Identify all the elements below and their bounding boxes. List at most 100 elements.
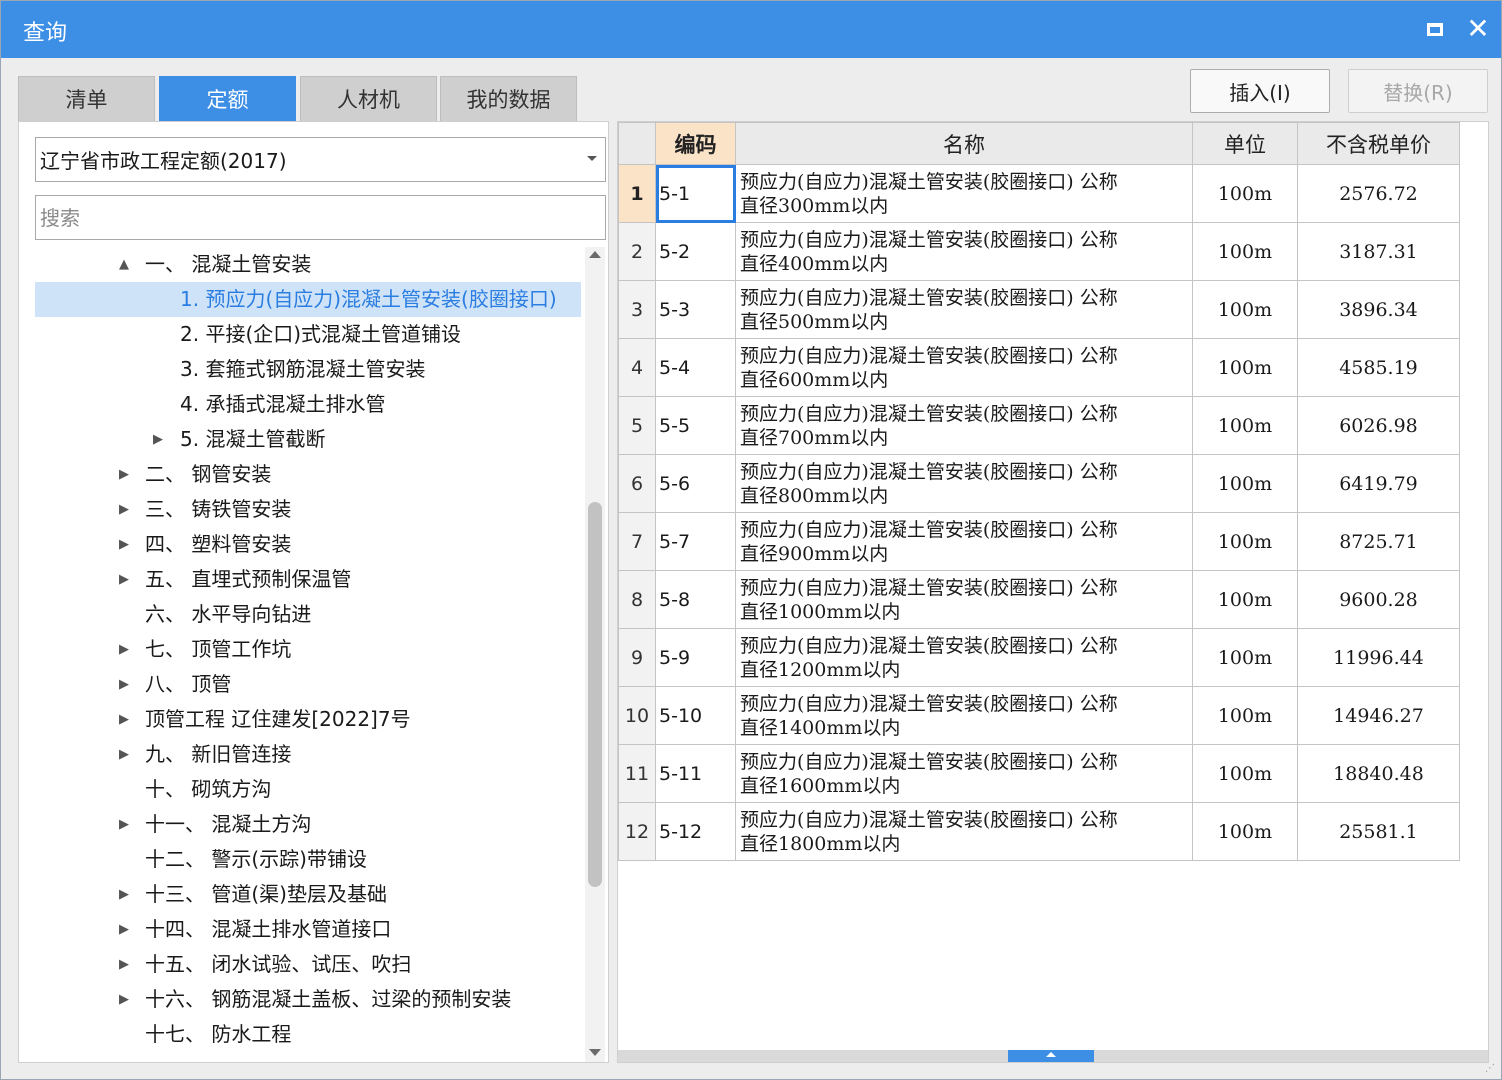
code-cell[interactable]: 5-3	[655, 280, 736, 339]
tree-item[interactable]: ▶ 五、 直埋式预制保温管	[35, 562, 581, 597]
table-row[interactable]: 9 5-9 预应力(自应力)混凝土管安装(胶圈接口) 公称 直径1200mm以内 100…	[618, 628, 1460, 687]
name-cell[interactable]: 预应力(自应力)混凝土管安装(胶圈接口) 公称 直径600mm以内	[735, 338, 1193, 397]
code-cell[interactable]: 5-8	[655, 570, 736, 629]
tab-bill[interactable]: 清单	[18, 76, 155, 121]
tree-item[interactable]: 4. 承插式混凝土排水管	[35, 387, 581, 422]
code-cell[interactable]: 5-1	[655, 164, 736, 223]
name-cell[interactable]: 预应力(自应力)混凝土管安装(胶圈接口) 公称 直径1600mm以内	[735, 744, 1193, 803]
row-number-header[interactable]	[618, 122, 656, 165]
expand-icon[interactable]: ▶	[117, 702, 131, 737]
table-row[interactable]: 5 5-5 预应力(自应力)混凝土管安装(胶圈接口) 公称 直径700mm以内 100m…	[618, 396, 1460, 455]
unit-cell[interactable]: 100m	[1192, 338, 1298, 397]
unit-cell[interactable]: 100m	[1192, 628, 1298, 687]
name-cell[interactable]: 预应力(自应力)混凝土管安装(胶圈接口) 公称 直径1200mm以内	[735, 628, 1193, 687]
name-column-header[interactable]: 名称	[735, 122, 1193, 165]
tree-item[interactable]: 2. 平接(企口)式混凝土管道铺设	[35, 317, 581, 352]
code-cell[interactable]: 5-11	[655, 744, 736, 803]
name-cell[interactable]: 预应力(自应力)混凝土管安装(胶圈接口) 公称 直径300mm以内	[735, 164, 1193, 223]
insert-button[interactable]: 插入(I)	[1190, 69, 1330, 113]
row-number-cell[interactable]: 9	[618, 628, 656, 687]
name-cell[interactable]: 预应力(自应力)混凝土管安装(胶圈接口) 公称 直径800mm以内	[735, 454, 1193, 513]
tree-item[interactable]: ▶ 三、 铸铁管安装	[35, 492, 581, 527]
price-cell[interactable]: 3896.34	[1297, 280, 1460, 339]
code-cell[interactable]: 5-9	[655, 628, 736, 687]
tree-item[interactable]: 十七、 防水工程	[35, 1017, 581, 1052]
close-button[interactable]: ✕	[1462, 13, 1494, 45]
expand-icon[interactable]: ▶	[117, 877, 131, 912]
price-cell[interactable]: 3187.31	[1297, 222, 1460, 281]
tree-item[interactable]: ▶ 5. 混凝土管截断	[35, 422, 581, 457]
table-row[interactable]: 11 5-11 预应力(自应力)混凝土管安装(胶圈接口) 公称 直径1600mm以内 1…	[618, 744, 1460, 803]
tree-item[interactable]: ▶ 七、 顶管工作坑	[35, 632, 581, 667]
tree-item[interactable]: 十、 砌筑方沟	[35, 772, 581, 807]
expand-icon[interactable]: ▶	[117, 562, 131, 597]
tab-labor-material-machine[interactable]: 人材机	[300, 76, 437, 121]
name-cell[interactable]: 预应力(自应力)混凝土管安装(胶圈接口) 公称 直径500mm以内	[735, 280, 1193, 339]
code-cell[interactable]: 5-6	[655, 454, 736, 513]
tab-my-data[interactable]: 我的数据	[440, 76, 577, 121]
search-input[interactable]	[35, 195, 606, 240]
code-cell[interactable]: 5-7	[655, 512, 736, 571]
table-row[interactable]: 12 5-12 预应力(自应力)混凝土管安装(胶圈接口) 公称 直径1800mm以内 1…	[618, 802, 1460, 861]
resize-grip-icon[interactable]: ⋰	[1485, 1063, 1497, 1075]
tree-item[interactable]: 1. 预应力(自应力)混凝土管安装(胶圈接口)	[35, 282, 581, 317]
tree-item[interactable]: ▲ 一、 混凝土管安装	[35, 247, 581, 282]
code-cell[interactable]: 5-12	[655, 802, 736, 861]
tree-item[interactable]: ▶ 二、 钢管安装	[35, 457, 581, 492]
table-row[interactable]: 8 5-8 预应力(自应力)混凝土管安装(胶圈接口) 公称 直径1000mm以内 100…	[618, 570, 1460, 629]
price-cell[interactable]: 18840.48	[1297, 744, 1460, 803]
table-row[interactable]: 4 5-4 预应力(自应力)混凝土管安装(胶圈接口) 公称 直径600mm以内 100m…	[618, 338, 1460, 397]
collapse-icon[interactable]: ▲	[117, 247, 131, 282]
row-number-cell[interactable]: 3	[618, 280, 656, 339]
table-row[interactable]: 2 5-2 预应力(自应力)混凝土管安装(胶圈接口) 公称 直径400mm以内 100m…	[618, 222, 1460, 281]
expand-icon[interactable]: ▶	[117, 807, 131, 842]
price-cell[interactable]: 11996.44	[1297, 628, 1460, 687]
scroll-thumb[interactable]	[588, 502, 602, 887]
row-number-cell[interactable]: 5	[618, 396, 656, 455]
name-cell[interactable]: 预应力(自应力)混凝土管安装(胶圈接口) 公称 直径400mm以内	[735, 222, 1193, 281]
code-cell[interactable]: 5-10	[655, 686, 736, 745]
unit-cell[interactable]: 100m	[1192, 454, 1298, 513]
table-row[interactable]: 3 5-3 预应力(自应力)混凝土管安装(胶圈接口) 公称 直径500mm以内 100m…	[618, 280, 1460, 339]
tree-item[interactable]: ▶ 九、 新旧管连接	[35, 737, 581, 772]
expand-icon[interactable]: ▶	[117, 912, 131, 947]
tree-item[interactable]: ▶ 十一、 混凝土方沟	[35, 807, 581, 842]
name-cell[interactable]: 预应力(自应力)混凝土管安装(胶圈接口) 公称 直径700mm以内	[735, 396, 1193, 455]
tree-item[interactable]: ▶ 八、 顶管	[35, 667, 581, 702]
tree-item[interactable]: ▶ 十六、 钢筋混凝土盖板、过梁的预制安装	[35, 982, 581, 1017]
chevron-down-icon[interactable]	[587, 156, 597, 161]
code-cell[interactable]: 5-2	[655, 222, 736, 281]
title-bar[interactable]: 查询 ✕	[1, 1, 1501, 58]
tree-item[interactable]: ▶ 十三、 管道(渠)垫层及基础	[35, 877, 581, 912]
price-column-header[interactable]: 不含税单价	[1297, 122, 1460, 165]
row-number-cell[interactable]: 6	[618, 454, 656, 513]
price-cell[interactable]: 8725.71	[1297, 512, 1460, 571]
name-cell[interactable]: 预应力(自应力)混凝土管安装(胶圈接口) 公称 直径1000mm以内	[735, 570, 1193, 629]
table-row[interactable]: 10 5-10 预应力(自应力)混凝土管安装(胶圈接口) 公称 直径1400mm以内 1…	[618, 686, 1460, 745]
library-select[interactable]: 辽宁省市政工程定额(2017)	[35, 137, 606, 182]
code-cell[interactable]: 5-4	[655, 338, 736, 397]
unit-cell[interactable]: 100m	[1192, 744, 1298, 803]
expand-icon[interactable]: ▶	[117, 982, 131, 1017]
replace-button[interactable]: 替换(R)	[1348, 69, 1488, 113]
name-cell[interactable]: 预应力(自应力)混凝土管安装(胶圈接口) 公称 直径1800mm以内	[735, 802, 1193, 861]
row-number-cell[interactable]: 11	[618, 744, 656, 803]
tree-scrollbar[interactable]	[585, 247, 605, 1062]
row-number-cell[interactable]: 12	[618, 802, 656, 861]
expand-icon[interactable]: ▶	[117, 667, 131, 702]
table-row[interactable]: 6 5-6 预应力(自应力)混凝土管安装(胶圈接口) 公称 直径800mm以内 100m…	[618, 454, 1460, 513]
price-cell[interactable]: 9600.28	[1297, 570, 1460, 629]
expand-icon[interactable]: ▶	[117, 492, 131, 527]
unit-cell[interactable]: 100m	[1192, 570, 1298, 629]
tree-item[interactable]: 3. 套箍式钢筋混凝土管安装	[35, 352, 581, 387]
splitter-handle[interactable]	[1008, 1050, 1094, 1062]
code-column-header[interactable]: 编码	[655, 122, 736, 165]
scroll-down-icon[interactable]	[589, 1049, 601, 1056]
table-row[interactable]: 1 5-1 预应力(自应力)混凝土管安装(胶圈接口) 公称 直径300mm以内 100m…	[618, 164, 1460, 223]
tree-item[interactable]: ▶ 十四、 混凝土排水管道接口	[35, 912, 581, 947]
name-cell[interactable]: 预应力(自应力)混凝土管安装(胶圈接口) 公称 直径900mm以内	[735, 512, 1193, 571]
unit-cell[interactable]: 100m	[1192, 686, 1298, 745]
unit-cell[interactable]: 100m	[1192, 280, 1298, 339]
price-cell[interactable]: 6026.98	[1297, 396, 1460, 455]
tree-item[interactable]: 十二、 警示(示踪)带铺设	[35, 842, 581, 877]
